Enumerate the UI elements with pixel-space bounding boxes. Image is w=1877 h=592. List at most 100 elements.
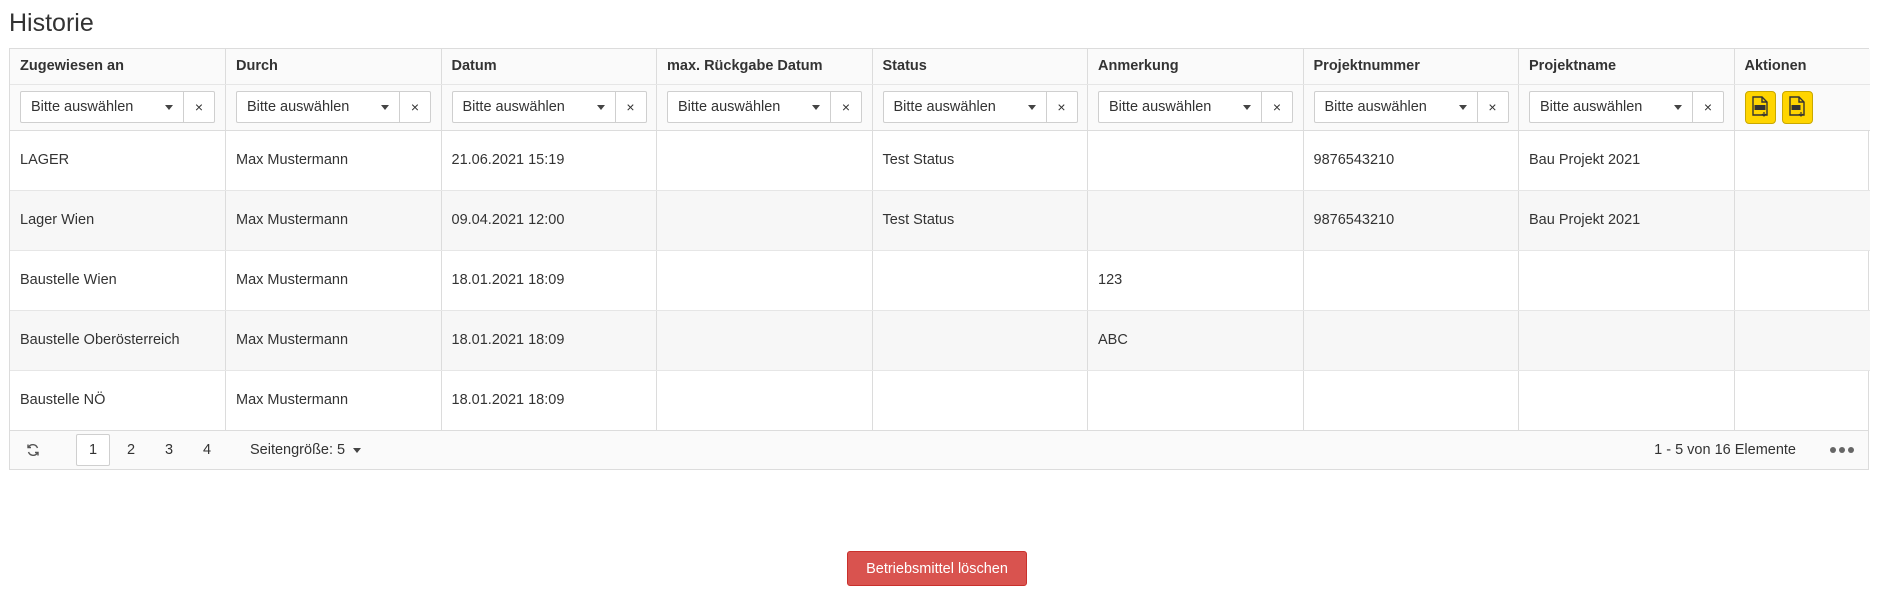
filter-dropdown[interactable]: Bitte auswählen	[236, 91, 400, 123]
cell-durch: Max Mustermann	[225, 370, 442, 430]
more-options-icon[interactable]	[1830, 447, 1854, 453]
table-body: LAGER Max Mustermann 21.06.2021 15:19 Te…	[10, 130, 1870, 430]
pager-page-3[interactable]: 3	[152, 434, 186, 466]
table-row[interactable]: Baustelle Wien Max Mustermann 18.01.2021…	[10, 250, 1870, 311]
pager-info: 1 - 5 von 16 Elemente	[1654, 442, 1796, 458]
cell-projektnummer	[1303, 310, 1519, 371]
refresh-icon	[27, 444, 39, 456]
cell-zugewiesen-an: Baustelle Wien	[10, 250, 226, 311]
pager-pages: 1 2 3 4	[76, 434, 228, 466]
filter-dropdown-value: Bitte auswählen	[678, 99, 781, 115]
filter-clear-button[interactable]: ×	[615, 91, 647, 123]
column-header-status[interactable]: Status	[872, 49, 1088, 85]
cell-durch: Max Mustermann	[225, 190, 442, 251]
pdf-export-button[interactable]	[1781, 90, 1813, 124]
filter-projektname: Bitte auswählen ×	[1529, 91, 1724, 123]
caret-down-icon	[353, 447, 362, 453]
cell-datum: 09.04.2021 12:00	[441, 190, 657, 251]
history-table: Zugewiesen an Durch Datum max. Rückgabe …	[10, 49, 1870, 430]
excel-export-button[interactable]	[1744, 90, 1776, 124]
cell-zugewiesen-an: LAGER	[10, 130, 226, 191]
column-header-zugewiesen-an[interactable]: Zugewiesen an	[10, 49, 226, 85]
export-actions	[1744, 90, 1861, 124]
filter-row: Bitte auswählen × Bitte auswählen × Bitte …	[10, 84, 1870, 131]
cell-projektname	[1518, 310, 1735, 371]
cell-anmerkung	[1087, 130, 1304, 191]
caret-down-icon	[381, 104, 389, 110]
page-size-dropdown[interactable]: Seitengröße: 5	[250, 442, 362, 458]
cell-aktionen	[1734, 310, 1870, 371]
filter-clear-button[interactable]: ×	[1262, 91, 1293, 123]
column-header-datum[interactable]: Datum	[441, 49, 657, 85]
history-grid: Zugewiesen an Durch Datum max. Rückgabe …	[9, 48, 1870, 470]
pager-page-4[interactable]: 4	[190, 434, 224, 466]
filter-dropdown-value: Bitte auswählen	[1324, 99, 1427, 115]
cell-aktionen	[1734, 130, 1870, 191]
table-row[interactable]: Lager Wien Max Mustermann 09.04.2021 12:…	[10, 190, 1870, 251]
page-size-label: Seitengröße: 5	[250, 442, 346, 458]
column-header-max-rueckgabe-datum[interactable]: max. Rückgabe Datum	[656, 49, 873, 85]
filter-clear-button[interactable]: ×	[184, 91, 215, 123]
delete-equipment-button[interactable]: Betriebsmittel löschen	[847, 551, 1027, 586]
cell-projektname	[1518, 250, 1735, 311]
cell-durch: Max Mustermann	[225, 130, 442, 191]
filter-durch: Bitte auswählen ×	[236, 91, 431, 123]
filter-dropdown[interactable]: Bitte auswählen	[20, 91, 184, 123]
filter-dropdown[interactable]: Bitte auswählen	[667, 91, 831, 123]
cell-anmerkung: 123	[1087, 250, 1304, 311]
excel-export-icon	[1752, 96, 1768, 117]
filter-clear-button[interactable]: ×	[1693, 91, 1724, 123]
cell-anmerkung	[1087, 190, 1304, 251]
filter-dropdown[interactable]: Bitte auswählen	[1313, 91, 1478, 123]
filter-zugewiesen-an: Bitte auswählen ×	[20, 91, 215, 123]
cell-status	[872, 310, 1088, 371]
page-title: Historie	[9, 9, 94, 37]
cell-projektnummer	[1303, 250, 1519, 311]
header-row: Zugewiesen an Durch Datum max. Rückgabe …	[10, 49, 1870, 85]
cell-status	[872, 250, 1088, 311]
caret-down-icon	[1027, 104, 1036, 110]
filter-dropdown-value: Bitte auswählen	[31, 99, 134, 115]
cell-durch: Max Mustermann	[225, 250, 442, 311]
filter-dropdown[interactable]: Bitte auswählen	[1098, 91, 1262, 123]
cell-projektname: Bau Projekt 2021	[1518, 190, 1735, 251]
cell-aktionen	[1734, 250, 1870, 311]
filter-dropdown[interactable]: Bitte auswählen	[882, 91, 1047, 123]
cell-durch: Max Mustermann	[225, 310, 442, 371]
refresh-button[interactable]	[24, 441, 42, 459]
column-header-anmerkung[interactable]: Anmerkung	[1087, 49, 1304, 85]
table-row[interactable]: Baustelle NÖ Max Mustermann 18.01.2021 1…	[10, 370, 1870, 430]
column-header-projektname[interactable]: Projektname	[1518, 49, 1735, 85]
cell-datum: 18.01.2021 18:09	[441, 310, 657, 371]
filter-dropdown[interactable]: Bitte auswählen	[451, 91, 616, 123]
filter-clear-button[interactable]: ×	[1477, 91, 1509, 123]
table-row[interactable]: Baustelle Oberösterreich Max Mustermann …	[10, 310, 1870, 371]
filter-dropdown-value: Bitte auswählen	[1540, 99, 1643, 115]
filter-status: Bitte auswählen ×	[882, 91, 1078, 123]
cell-max-rueckgabe-datum	[656, 130, 873, 191]
cell-datum: 18.01.2021 18:09	[441, 250, 657, 311]
filter-projektnummer: Bitte auswählen ×	[1313, 91, 1509, 123]
filter-clear-button[interactable]: ×	[831, 91, 862, 123]
column-header-durch[interactable]: Durch	[225, 49, 442, 85]
pager: 1 2 3 4 Seitengröße: 5 1 - 5 von 16 Elem…	[10, 430, 1868, 469]
filter-max-rueckgabe-datum: Bitte auswählen ×	[667, 91, 862, 123]
column-header-aktionen: Aktionen	[1734, 49, 1870, 85]
filter-anmerkung: Bitte auswählen ×	[1098, 91, 1293, 123]
filter-clear-button[interactable]: ×	[400, 91, 431, 123]
filter-clear-button[interactable]: ×	[1046, 91, 1078, 123]
cell-datum: 21.06.2021 15:19	[441, 130, 657, 191]
cell-max-rueckgabe-datum	[656, 190, 873, 251]
caret-down-icon	[1674, 104, 1682, 110]
pager-page-1[interactable]: 1	[76, 434, 110, 466]
cell-anmerkung: ABC	[1087, 310, 1304, 371]
cell-zugewiesen-an: Lager Wien	[10, 190, 226, 251]
pager-page-2[interactable]: 2	[114, 434, 148, 466]
filter-dropdown[interactable]: Bitte auswählen	[1529, 91, 1693, 123]
table-row[interactable]: LAGER Max Mustermann 21.06.2021 15:19 Te…	[10, 130, 1870, 191]
column-header-projektnummer[interactable]: Projektnummer	[1303, 49, 1519, 85]
cell-anmerkung	[1087, 370, 1304, 430]
cell-max-rueckgabe-datum	[656, 310, 873, 371]
cell-projektnummer: 9876543210	[1303, 190, 1519, 251]
caret-down-icon	[1458, 104, 1467, 110]
